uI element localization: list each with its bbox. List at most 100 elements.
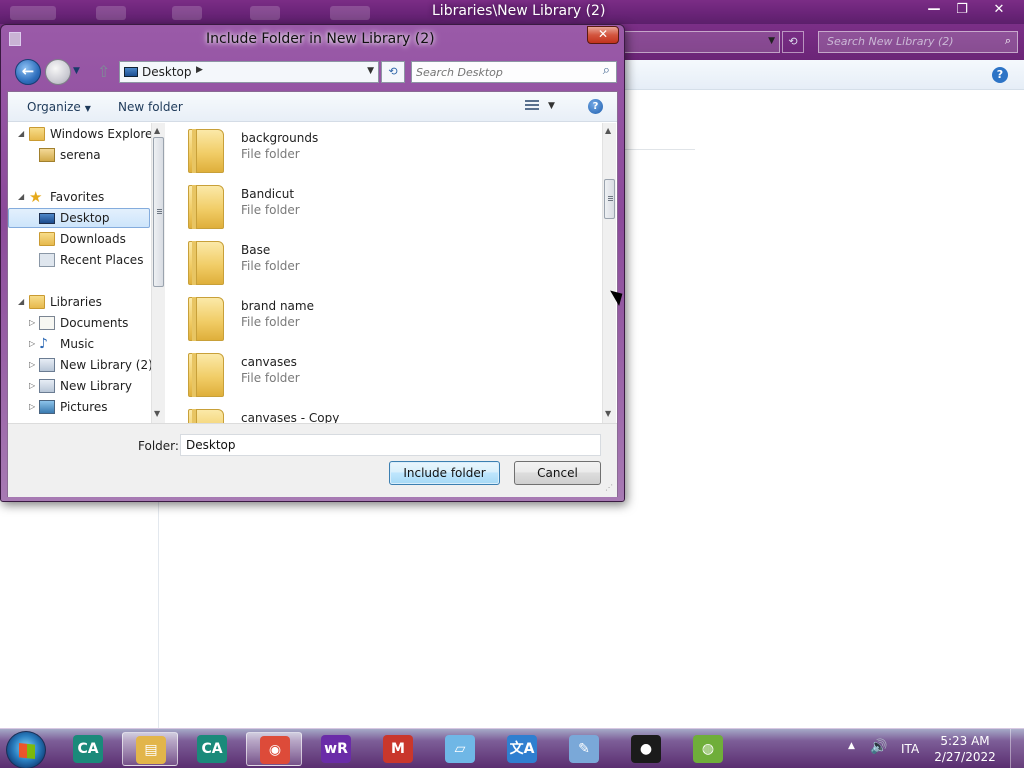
close-button[interactable]: ✕	[976, 0, 1022, 20]
input-language-indicator[interactable]: ITA	[901, 742, 919, 756]
file-type: File folder	[241, 315, 300, 329]
search-field[interactable]: ⌕	[411, 61, 617, 83]
up-one-level-icon[interactable]: ⇧	[97, 62, 110, 81]
system-clock[interactable]: 5:23 AM 2/27/2022	[930, 733, 1000, 765]
credit-agricole-app[interactable]: CA	[60, 732, 116, 766]
nav-pane-scrollbar[interactable]: ▲ ▼	[151, 123, 165, 423]
winrar-app[interactable]: wR	[308, 732, 364, 766]
help-icon[interactable]: ?	[588, 99, 603, 114]
file-list-scrollbar[interactable]: ▲ ▼	[602, 123, 616, 423]
list-item[interactable]: backgrounds File folder	[170, 123, 590, 179]
organize-button[interactable]: Organize ▼	[27, 100, 91, 114]
list-item[interactable]: canvases - Copy File folder	[170, 403, 590, 423]
translator-app[interactable]: 文A	[494, 732, 550, 766]
cancel-button[interactable]: Cancel	[514, 461, 601, 485]
file-type: File folder	[241, 371, 300, 385]
include-folder-button[interactable]: Include folder	[389, 461, 500, 485]
folder-selection-row: Folder: Include folder Cancel ⋰	[8, 423, 617, 497]
chevron-down-icon[interactable]: ▼	[367, 66, 374, 76]
minimize-button[interactable]: —	[920, 0, 948, 20]
chrome-app[interactable]: ◉	[246, 732, 302, 766]
tree-item-documents[interactable]: ▷ Documents	[8, 314, 150, 334]
notes-app[interactable]: ▱	[432, 732, 488, 766]
show-hidden-icons-icon[interactable]: ▲	[848, 741, 855, 751]
dialog-close-button[interactable]: ✕	[587, 26, 619, 44]
tree-item-recent-places[interactable]: Recent Places	[8, 251, 150, 271]
desktop-icon	[39, 213, 55, 224]
restore-button[interactable]: ❐	[948, 0, 976, 20]
volume-icon[interactable]: 🔊	[870, 739, 887, 755]
scroll-down-icon[interactable]: ▼	[605, 409, 611, 418]
scrollbar-thumb[interactable]	[604, 179, 615, 219]
credit-agricole-app-2[interactable]: CA	[184, 732, 240, 766]
folder-icon	[188, 297, 224, 341]
list-item[interactable]: canvases File folder	[170, 347, 590, 403]
background-window-title: Libraries\New Library (2)	[432, 3, 606, 19]
list-item[interactable]: Base File folder	[170, 235, 590, 291]
back-arrow-icon[interactable]: ←	[15, 59, 41, 85]
breadcrumb-desktop[interactable]: Desktop	[142, 65, 192, 79]
tree-item-favorites[interactable]: ◢ ★ Favorites	[8, 188, 150, 208]
translate-icon: 文A	[507, 735, 537, 763]
folder-field[interactable]	[180, 434, 601, 456]
tree-item-downloads[interactable]: Downloads	[8, 230, 150, 250]
expander-icon[interactable]: ▷	[29, 339, 35, 348]
search-input[interactable]	[416, 64, 586, 80]
recent-locations-chevron-icon[interactable]: ▼	[73, 66, 80, 76]
background-address-bar[interactable]: ▼	[620, 31, 780, 53]
chevron-down-icon[interactable]: ▼	[548, 101, 555, 111]
view-options-icon[interactable]	[525, 100, 539, 113]
tree-item-serena[interactable]: serena	[8, 146, 150, 166]
recorder-app[interactable]: ●	[618, 732, 674, 766]
background-window-titlebar: Libraries\New Library (2) — ❐ ✕	[0, 0, 1024, 24]
list-item[interactable]: brand name File folder	[170, 291, 590, 347]
expander-icon[interactable]: ▷	[29, 381, 35, 390]
background-search-input[interactable]: Search New Library (2) ⌕	[818, 31, 1018, 53]
tree-item-new-library-2[interactable]: ▷ New Library (2)	[8, 356, 153, 376]
globe-icon: ◍	[693, 735, 723, 763]
breadcrumb-separator-icon[interactable]: ▶	[196, 65, 203, 75]
pictures-icon	[39, 400, 55, 414]
search-icon[interactable]: ⌕	[603, 63, 610, 78]
tree-item-label: Downloads	[60, 232, 126, 246]
list-item[interactable]: Bandicut File folder	[170, 179, 590, 235]
tree-item-new-library[interactable]: ▷ New Library	[8, 377, 150, 397]
earth-app[interactable]: ◍	[680, 732, 736, 766]
breadcrumb[interactable]: Desktop ▶ ▼	[119, 61, 379, 83]
forward-arrow-icon[interactable]	[45, 59, 71, 85]
refresh-icon[interactable]: ⟲	[381, 61, 405, 83]
gmail-app[interactable]: M	[370, 732, 426, 766]
expander-icon[interactable]: ▷	[29, 318, 35, 327]
expander-icon[interactable]: ◢	[18, 297, 24, 306]
blurred-taskbar-thumb	[172, 6, 202, 20]
file-type: File folder	[241, 203, 300, 217]
expander-icon[interactable]: ▷	[29, 360, 35, 369]
tree-item-pictures[interactable]: ▷ Pictures	[8, 398, 150, 418]
blurred-taskbar-thumb	[330, 6, 370, 20]
start-button[interactable]	[6, 731, 46, 768]
folder-icon	[188, 409, 224, 423]
tree-item-label: Windows Explorer	[50, 127, 158, 141]
new-folder-button[interactable]: New folder	[118, 100, 183, 114]
clock-date: 2/27/2022	[934, 750, 996, 764]
show-desktop-button[interactable]	[1010, 729, 1024, 768]
tree-item-desktop[interactable]: Desktop	[8, 208, 150, 228]
taskbar: CA ▤ CA ◉ wR M ▱ 文A ✎ ● ◍ ▲ 🔊 ITA 5:23 AM 2/27/202…	[0, 728, 1024, 768]
expander-icon[interactable]: ◢	[18, 129, 24, 138]
scroll-up-icon[interactable]: ▲	[154, 126, 160, 135]
help-icon[interactable]: ?	[992, 67, 1008, 83]
tree-item-libraries[interactable]: ◢ Libraries	[8, 293, 150, 313]
scroll-up-icon[interactable]: ▲	[605, 126, 611, 135]
scrollbar-thumb[interactable]	[153, 137, 164, 287]
refresh-icon[interactable]: ⟲	[782, 31, 804, 53]
expander-icon[interactable]: ◢	[18, 192, 24, 201]
resize-grip-icon[interactable]: ⋰	[605, 484, 615, 495]
search-icon[interactable]: ⌕	[1005, 34, 1011, 48]
windows-explorer-app[interactable]: ▤	[122, 732, 178, 766]
scroll-down-icon[interactable]: ▼	[154, 409, 160, 418]
tree-item-windows-explorer[interactable]: ◢ Windows Explorer	[8, 125, 157, 145]
chevron-down-icon[interactable]: ▼	[768, 36, 775, 46]
tree-item-music[interactable]: ▷ ♪ Music	[8, 335, 150, 355]
expander-icon[interactable]: ▷	[29, 402, 35, 411]
paint-app[interactable]: ✎	[556, 732, 612, 766]
